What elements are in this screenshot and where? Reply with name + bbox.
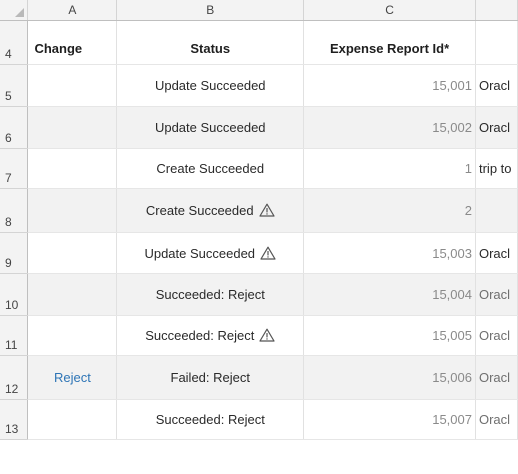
table-row: 10 Succeeded: Reject 15,004 Oracl bbox=[0, 273, 518, 316]
change-cell[interactable] bbox=[27, 188, 118, 233]
row-header[interactable]: 6 bbox=[0, 106, 29, 149]
header-cell-change[interactable]: Change bbox=[27, 20, 118, 65]
status-cell[interactable]: Update Succeeded bbox=[116, 106, 305, 149]
description-cell[interactable]: Oracl bbox=[475, 64, 518, 107]
expense-report-id-cell[interactable]: 15,004 bbox=[303, 273, 476, 316]
row-header[interactable]: 13 bbox=[0, 399, 29, 440]
expense-report-id-cell[interactable]: 15,003 bbox=[303, 232, 476, 274]
column-header-d[interactable] bbox=[475, 0, 518, 21]
warning-triangle-icon bbox=[258, 203, 275, 217]
expense-report-id-cell[interactable]: 15,002 bbox=[303, 106, 476, 149]
status-cell[interactable]: Succeeded: Reject bbox=[116, 399, 305, 440]
table-row: 13 Succeeded: Reject 15,007 Oracl bbox=[0, 399, 518, 440]
select-all-triangle-icon bbox=[15, 8, 25, 17]
expense-report-id-cell[interactable]: 15,005 bbox=[303, 315, 476, 356]
spreadsheet-grid: A B C 4 Change Status Expense Report Id*… bbox=[0, 0, 518, 440]
row-header[interactable]: 8 bbox=[0, 188, 29, 233]
description-cell[interactable]: Oracl bbox=[475, 315, 518, 356]
status-text: Update Succeeded bbox=[154, 120, 266, 135]
table-row: 12 Reject Failed: Reject 15,006 Oracl bbox=[0, 355, 518, 400]
expense-report-id-cell[interactable]: 2 bbox=[303, 188, 476, 233]
description-cell[interactable]: Oracl bbox=[475, 232, 518, 274]
status-cell[interactable]: Succeeded: Reject bbox=[116, 315, 305, 356]
change-cell[interactable] bbox=[27, 232, 118, 274]
status-cell[interactable]: Succeeded: Reject bbox=[116, 273, 305, 316]
description-cell[interactable] bbox=[475, 188, 518, 233]
header-cell-d[interactable] bbox=[475, 20, 518, 65]
header-cell-expense-report-id[interactable]: Expense Report Id* bbox=[303, 20, 476, 65]
expense-report-id-cell[interactable]: 1 bbox=[303, 148, 476, 189]
status-cell[interactable]: Update Succeeded bbox=[116, 64, 305, 107]
expense-report-id-cell[interactable]: 15,006 bbox=[303, 355, 476, 400]
table-row: 11 Succeeded: Reject 15,005 Oracl bbox=[0, 315, 518, 356]
row-header[interactable]: 11 bbox=[0, 315, 29, 356]
expense-report-id-cell[interactable]: 15,007 bbox=[303, 399, 476, 440]
description-cell[interactable]: Oracl bbox=[475, 355, 518, 400]
change-cell[interactable] bbox=[27, 315, 118, 356]
warning-triangle-icon bbox=[260, 246, 276, 260]
description-cell[interactable]: trip to bbox=[475, 148, 518, 189]
status-text: Update Succeeded bbox=[144, 245, 256, 261]
column-header-c[interactable]: C bbox=[303, 0, 476, 21]
description-cell[interactable]: Oracl bbox=[475, 399, 518, 440]
change-cell[interactable] bbox=[27, 399, 118, 440]
status-cell[interactable]: Create Succeeded bbox=[116, 148, 305, 189]
row-header[interactable]: 5 bbox=[0, 64, 29, 107]
change-cell[interactable]: Reject bbox=[27, 355, 118, 400]
column-header-a[interactable]: A bbox=[27, 0, 118, 21]
column-header-b[interactable]: B bbox=[116, 0, 305, 21]
table-row: 5 Update Succeeded 15,001 Oracl bbox=[0, 64, 518, 107]
table-row: 8 Create Succeeded 2 bbox=[0, 188, 518, 233]
column-header-row: A B C bbox=[0, 0, 518, 21]
status-text: Succeeded: Reject bbox=[155, 412, 265, 427]
description-cell[interactable]: Oracl bbox=[475, 106, 518, 149]
select-all-corner[interactable] bbox=[0, 0, 29, 21]
row-header[interactable]: 4 bbox=[0, 20, 29, 65]
table-row: 7 Create Succeeded 1 trip to bbox=[0, 148, 518, 189]
description-cell[interactable]: Oracl bbox=[475, 273, 518, 316]
warning-triangle-icon bbox=[259, 328, 275, 342]
table-header-row: 4 Change Status Expense Report Id* bbox=[0, 20, 518, 65]
change-cell[interactable] bbox=[27, 106, 118, 149]
status-text: Create Succeeded bbox=[145, 203, 254, 218]
row-header[interactable]: 9 bbox=[0, 232, 29, 274]
table-row: 6 Update Succeeded 15,002 Oracl bbox=[0, 106, 518, 149]
change-cell[interactable] bbox=[27, 64, 118, 107]
expense-report-id-cell[interactable]: 15,001 bbox=[303, 64, 476, 107]
table-row: 9 Update Succeeded 15,003 Oracl bbox=[0, 232, 518, 274]
status-text: Create Succeeded bbox=[156, 161, 265, 176]
status-cell[interactable]: Create Succeeded bbox=[116, 188, 305, 233]
row-header[interactable]: 12 bbox=[0, 355, 29, 400]
change-cell[interactable] bbox=[27, 273, 118, 316]
spreadsheet: A B C 4 Change Status Expense Report Id*… bbox=[0, 0, 518, 474]
status-text: Failed: Reject bbox=[170, 370, 250, 385]
status-cell[interactable]: Failed: Reject bbox=[116, 355, 305, 400]
header-cell-status[interactable]: Status bbox=[116, 20, 305, 65]
status-cell[interactable]: Update Succeeded bbox=[116, 232, 305, 274]
change-cell[interactable] bbox=[27, 148, 118, 189]
status-text: Succeeded: Reject bbox=[155, 287, 265, 302]
status-text: Update Succeeded bbox=[154, 78, 266, 93]
row-header[interactable]: 10 bbox=[0, 273, 29, 316]
row-header[interactable]: 7 bbox=[0, 148, 29, 189]
status-text: Succeeded: Reject bbox=[145, 328, 255, 343]
